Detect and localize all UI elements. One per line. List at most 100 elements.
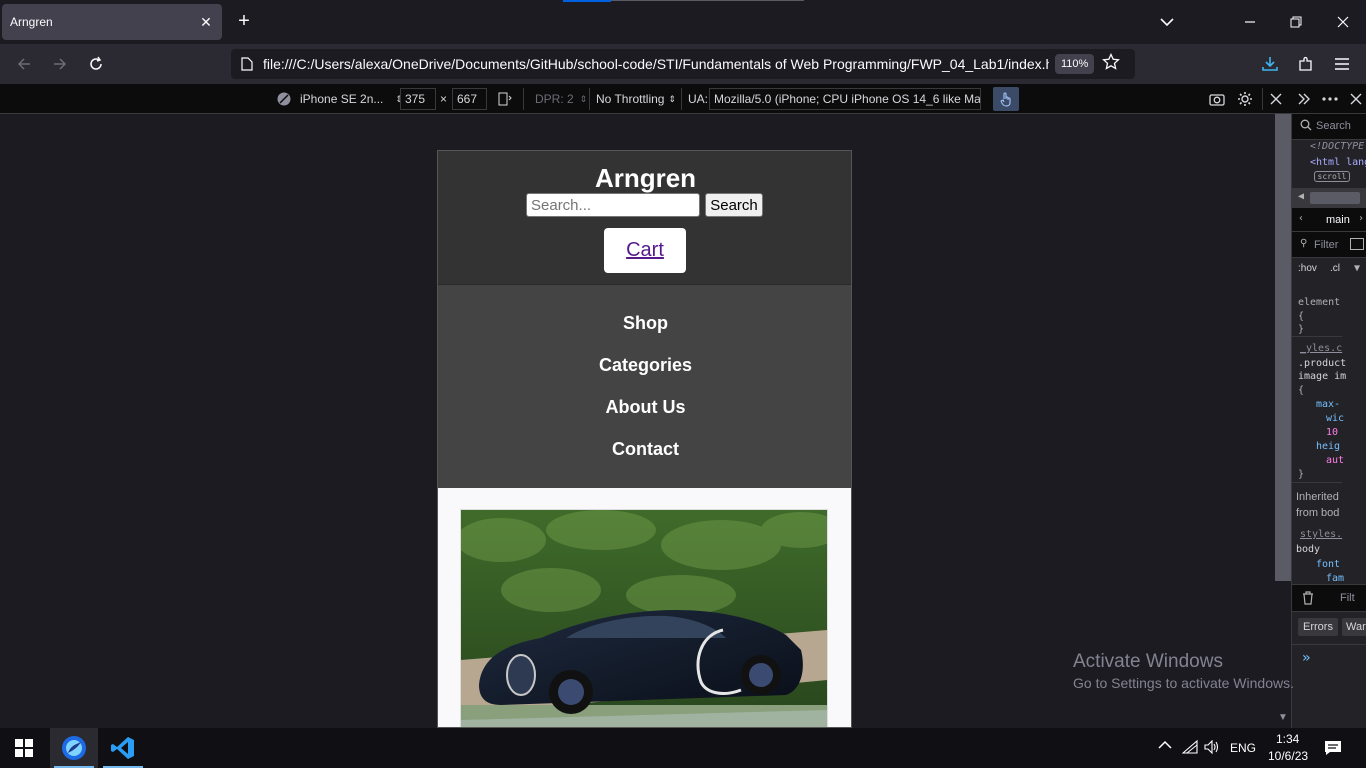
volume-icon[interactable]	[1204, 739, 1220, 757]
nav-link-categories[interactable]: Categories	[438, 355, 851, 376]
browser-tab[interactable]: Arngren ✕	[2, 4, 222, 40]
toggle-sidebar-icon[interactable]	[1350, 238, 1364, 250]
rule-prop-font[interactable]: font	[1316, 559, 1366, 570]
reload-icon[interactable]	[84, 52, 108, 76]
dpr-value: DPR: 2	[535, 92, 574, 106]
trash-icon[interactable]	[1302, 591, 1314, 608]
scroll-down-arrow-icon[interactable]: ▼	[1278, 712, 1288, 723]
minimize-icon[interactable]	[1238, 10, 1262, 34]
markup-horizontal-scrollbar[interactable]: ◀	[1292, 188, 1366, 208]
viewport-width-input[interactable]: 375	[400, 88, 436, 110]
devtools-more-icon[interactable]	[1322, 84, 1338, 114]
user-agent-input[interactable]: Mozilla/5.0 (iPhone; CPU iPhone OS 14_6 …	[709, 88, 981, 110]
close-rdm-icon[interactable]	[1270, 84, 1282, 114]
viewport-scrollbar-thumb[interactable]	[1275, 114, 1291, 581]
dpr-selector[interactable]: DPR: 2 ⇕	[535, 84, 587, 114]
breadcrumb-main[interactable]: main	[1326, 214, 1350, 226]
device-selector[interactable]: iPhone SE 2n... ⇕	[300, 84, 403, 114]
url-bar[interactable]: file:///C:/Users/alexa/OneDrive/Document…	[231, 49, 1135, 79]
rule-source-link[interactable]: _yles.c	[1300, 343, 1366, 354]
site-search-input[interactable]	[526, 193, 700, 217]
console-filter-placeholder[interactable]: Filt	[1340, 592, 1355, 604]
app-menu-icon[interactable]	[1330, 52, 1354, 76]
network-icon[interactable]	[1181, 739, 1198, 757]
rule-prop-font-family[interactable]: fam	[1326, 573, 1366, 584]
rotate-viewport-icon[interactable]	[497, 84, 513, 114]
new-tab-icon[interactable]: +	[232, 10, 256, 34]
clock-date[interactable]: 10/6/23	[1268, 749, 1308, 763]
markup-scrollbar-thumb[interactable]	[1310, 192, 1360, 204]
rule-divider	[1292, 482, 1342, 483]
viewport-height-input[interactable]: 667	[452, 88, 487, 110]
markup-doctype[interactable]: <!DOCTYPE	[1310, 141, 1366, 152]
forward-icon[interactable]	[48, 52, 72, 76]
rule-value-max-width[interactable]: 10	[1326, 427, 1366, 438]
scroll-left-icon[interactable]: ◀	[1298, 191, 1304, 202]
rule-product-selector[interactable]: .product	[1298, 358, 1366, 369]
rule-source-link-2[interactable]: styles.	[1300, 529, 1366, 540]
inspector-search-placeholder: Search	[1316, 120, 1351, 132]
bookmark-star-icon[interactable]	[1102, 52, 1121, 76]
class-toggle[interactable]: .cl	[1330, 263, 1350, 274]
url-text[interactable]: file:///C:/Users/alexa/OneDrive/Document…	[263, 56, 1049, 72]
rules-filter-bar[interactable]: ⚲ Filter	[1292, 232, 1366, 258]
toolbar-separator	[523, 88, 524, 110]
toolbar-separator	[1262, 88, 1263, 110]
breadcrumb-back-icon[interactable]: ‹	[1298, 213, 1304, 224]
close-window-icon[interactable]	[1331, 10, 1355, 34]
dpr-arrows-icon: ⇕	[579, 93, 588, 104]
scroll-badge[interactable]: scroll	[1314, 171, 1350, 182]
site-search-button[interactable]: Search	[705, 193, 763, 217]
rule-product-selector-cont[interactable]: image im	[1298, 371, 1366, 382]
dimension-separator: ×	[440, 92, 448, 106]
markup-html-tag[interactable]: <html lang	[1310, 157, 1366, 168]
device-disabled-icon	[276, 84, 292, 114]
breadcrumbs-bar: ‹ main ›	[1292, 208, 1366, 232]
restore-icon[interactable]	[1284, 10, 1308, 34]
vscode-icon[interactable]	[99, 728, 147, 768]
devtools-close-icon[interactable]	[1350, 84, 1362, 114]
language-indicator[interactable]: ENG	[1230, 741, 1256, 755]
notifications-icon[interactable]	[1324, 740, 1342, 759]
console-warnings-tab[interactable]: War	[1342, 618, 1366, 636]
throttling-selector[interactable]: No Throttling ⇕	[596, 84, 676, 114]
site-nav: Shop Categories About Us Contact	[438, 285, 851, 488]
activate-windows-subtitle: Go to Settings to activate Windows.	[1073, 675, 1294, 691]
back-icon[interactable]	[12, 52, 36, 76]
console-errors-tab[interactable]: Errors	[1298, 618, 1338, 636]
activate-windows-title: Activate Windows	[1073, 651, 1223, 672]
nav-link-contact[interactable]: Contact	[438, 439, 851, 460]
product-car-image[interactable]	[461, 510, 827, 728]
nav-link-shop[interactable]: Shop	[438, 313, 851, 334]
windows-start-icon[interactable]	[0, 728, 48, 768]
console-prompt-icon[interactable]: »	[1302, 650, 1366, 666]
screenshot-icon[interactable]	[1209, 84, 1225, 114]
responsive-design-toolbar: iPhone SE 2n... ⇕ 375 × 667 DPR: 2 ⇕ No …	[0, 84, 1366, 114]
touch-simulation-icon[interactable]	[993, 87, 1019, 111]
clock-time[interactable]: 1:34	[1276, 732, 1299, 746]
extensions-icon[interactable]	[1294, 52, 1318, 76]
settings-gear-icon[interactable]	[1237, 84, 1253, 114]
rule-body-selector[interactable]: body	[1296, 544, 1366, 555]
rule-prop-height[interactable]: heig	[1316, 441, 1366, 452]
inspector-search-bar[interactable]: Search	[1292, 114, 1366, 140]
rule-product-close: }	[1298, 469, 1305, 480]
breadcrumb-forward-icon[interactable]: ›	[1358, 213, 1364, 224]
cart-link[interactable]: Cart	[626, 239, 664, 262]
navigation-toolbar: file:///C:/Users/alexa/OneDrive/Document…	[0, 44, 1366, 84]
rule-prop-max-width[interactable]: max-	[1316, 399, 1366, 410]
tab-close-icon[interactable]: ✕	[198, 14, 214, 31]
layout-section-arrow-icon[interactable]: ▼	[1354, 263, 1366, 274]
downloads-icon[interactable]	[1258, 52, 1282, 76]
rule-element-open: {	[1298, 311, 1305, 322]
rule-value-height[interactable]: aut	[1326, 455, 1366, 466]
zoom-level-badge[interactable]: 110%	[1055, 54, 1095, 74]
tab-list-chevron-icon[interactable]	[1156, 12, 1178, 32]
show-hidden-icons-icon[interactable]	[1158, 739, 1172, 753]
nav-link-about-us[interactable]: About Us	[438, 397, 851, 418]
firefox-developer-edition-icon[interactable]	[50, 728, 98, 768]
devtools-overflow-chevron-icon[interactable]	[1297, 84, 1311, 114]
site-title: Arngren	[594, 163, 697, 193]
rule-element-selector[interactable]: element	[1298, 297, 1366, 308]
tab-strip: Arngren ✕ +	[0, 0, 1366, 44]
